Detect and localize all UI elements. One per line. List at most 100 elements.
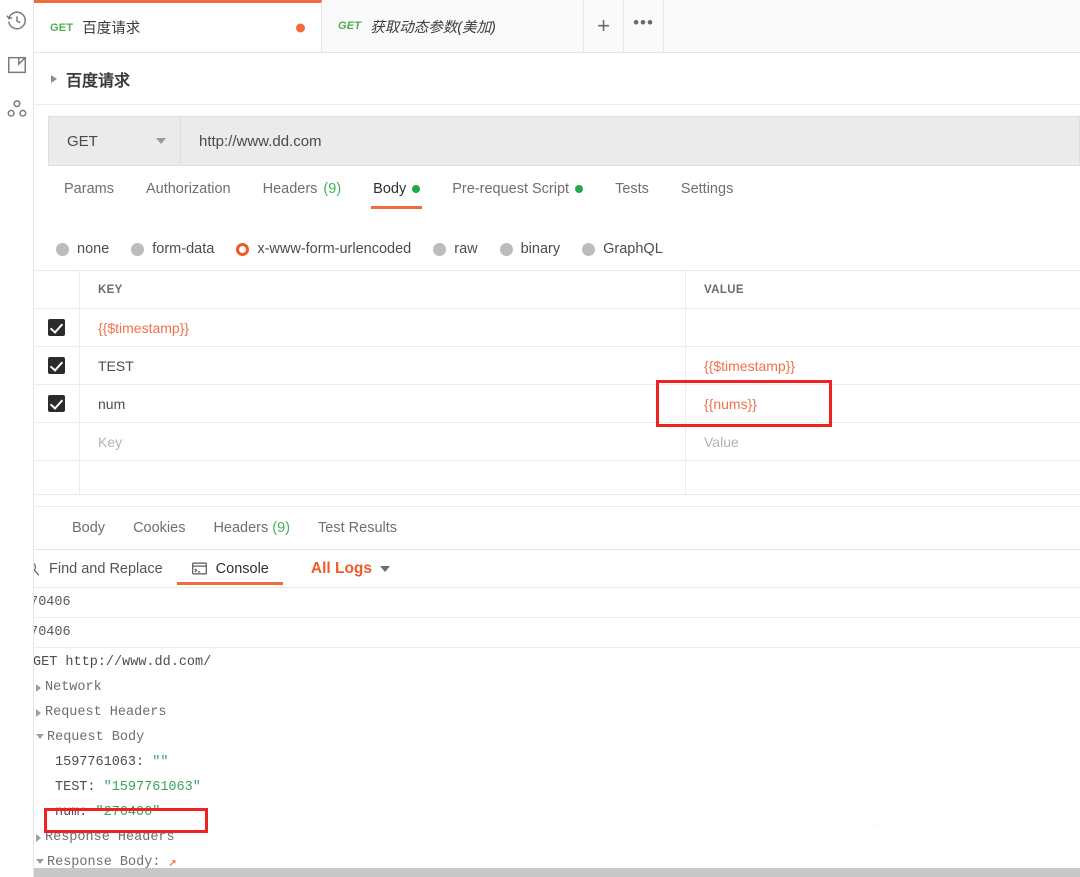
log-tree-node-request-body[interactable]: Request Body <box>0 725 1080 750</box>
header-checkbox-cell <box>34 271 80 308</box>
response-section-tabs: Body Cookies Headers (9) Test Results <box>34 506 1080 550</box>
chevron-down-icon <box>156 138 166 144</box>
postman-window: GET 百度请求 GET 获取动态参数(美加) + ••• 百度请求 GET h… <box>0 0 1080 877</box>
method-select[interactable]: GET <box>49 117 181 165</box>
console-button[interactable]: Console <box>176 550 284 587</box>
log-entry-key: 1597761063: <box>55 755 153 770</box>
triangle-open-icon[interactable] <box>36 859 44 868</box>
response-tab-test-results[interactable]: Test Results <box>304 520 411 536</box>
console-toolbar: Find and Replace Console All Logs <box>0 550 1080 588</box>
table-row-placeholder[interactable]: Key Value <box>34 423 1080 461</box>
response-tab-headers[interactable]: Headers (9) <box>199 520 304 536</box>
external-link-icon[interactable]: ↗ <box>169 854 177 869</box>
checkbox-checked-icon[interactable] <box>48 319 65 336</box>
chevron-down-icon <box>380 565 391 572</box>
tab-params[interactable]: Params <box>48 178 130 209</box>
log-entry-key: num: <box>55 805 96 820</box>
breadcrumb[interactable]: 百度请求 <box>34 53 1080 105</box>
log-tree-node-request-headers-label: Request Headers <box>45 705 167 720</box>
checkbox-checked-icon[interactable] <box>48 357 65 374</box>
request-tab-strip: GET 百度请求 GET 获取动态参数(美加) + ••• <box>34 0 1080 53</box>
row-value-value: {{$timestamp}} <box>704 357 796 374</box>
body-type-urlencoded[interactable]: x-www-form-urlencoded <box>236 241 411 257</box>
find-and-replace-button[interactable]: Find and Replace <box>10 550 177 587</box>
response-tab-body[interactable]: Body <box>58 520 119 536</box>
row-key-cell[interactable]: num <box>80 385 686 422</box>
unsaved-dot-icon <box>296 23 305 32</box>
body-type-graphql[interactable]: GraphQL <box>582 241 663 257</box>
tab-headers[interactable]: Headers (9) <box>247 178 358 209</box>
radio-icon <box>582 242 596 256</box>
radio-icon <box>56 242 69 256</box>
log-tree-node-response-headers[interactable]: Response Headers <box>0 825 1080 850</box>
triangle-open-icon[interactable] <box>36 734 44 743</box>
row-value-cell[interactable]: {{$timestamp}} <box>686 347 1080 384</box>
log-tree-node-request[interactable]: GET http://www.dd.com/ <box>0 650 1080 675</box>
tab-tests[interactable]: Tests <box>599 178 665 209</box>
row-checkbox-cell[interactable] <box>34 385 80 422</box>
tab-headers-count: (9) <box>323 181 342 197</box>
log-tree-entry-timestamp: 1597761063: "" <box>0 750 1080 775</box>
tab-pre-request-script[interactable]: Pre-request Script <box>436 178 599 209</box>
row-key-cell[interactable]: TEST <box>80 347 686 384</box>
chevron-right-icon[interactable] <box>51 74 57 83</box>
url-input[interactable]: http://www.dd.com <box>181 117 1079 165</box>
table-row-filler <box>34 461 1080 495</box>
tab-authorization[interactable]: Authorization <box>130 178 247 209</box>
log-tree-node-response-body[interactable]: Response Body: ↗ <box>0 850 1080 869</box>
console-log-area[interactable]: 270406 270406 GET http://www.dd.com/ Net… <box>0 588 1080 869</box>
log-line[interactable]: 270406 <box>0 588 1080 618</box>
radio-icon <box>499 242 513 256</box>
horizontal-scrollbar[interactable] <box>0 868 1080 877</box>
triangle-closed-icon[interactable] <box>36 833 41 842</box>
row-checkbox-cell[interactable] <box>34 347 80 384</box>
radio-selected-icon <box>236 242 250 256</box>
body-type-none[interactable]: none <box>56 241 109 257</box>
triangle-closed-icon[interactable] <box>36 708 41 717</box>
row-key-cell[interactable]: Key <box>80 423 686 460</box>
table-row[interactable]: {{$timestamp}} <box>34 309 1080 347</box>
console-label: Console <box>215 560 269 577</box>
history-icon[interactable] <box>5 10 28 32</box>
row-key-cell[interactable]: {{$timestamp}} <box>80 309 686 346</box>
table-row[interactable]: num {{nums}} <box>34 385 1080 423</box>
log-tree-node-network[interactable]: Network <box>0 675 1080 700</box>
new-tab-button[interactable]: + <box>584 0 624 52</box>
table-header-row: KEY VALUE <box>34 271 1080 309</box>
filler-value-cell <box>686 461 1080 494</box>
header-value-cell: VALUE <box>686 271 1080 308</box>
body-type-form-data[interactable]: form-data <box>131 241 214 257</box>
row-value-cell[interactable]: {{nums}} <box>686 385 1080 422</box>
row-key-placeholder: Key <box>98 433 123 450</box>
tab-strip-filler <box>664 0 1080 52</box>
collections-icon[interactable] <box>6 54 28 76</box>
tab-pre-request-status-dot-icon <box>575 185 584 193</box>
checkbox-checked-icon[interactable] <box>48 395 65 412</box>
log-tree-node-request-headers[interactable]: Request Headers <box>0 700 1080 725</box>
row-checkbox-cell[interactable] <box>34 309 80 346</box>
body-type-binary[interactable]: binary <box>499 241 560 257</box>
response-tab-cookies[interactable]: Cookies <box>119 520 199 536</box>
row-value-cell[interactable]: Value <box>686 423 1080 460</box>
request-tab-1[interactable]: GET 百度请求 <box>34 0 322 52</box>
tab-body[interactable]: Body <box>357 178 436 209</box>
triangle-closed-icon[interactable] <box>36 683 41 692</box>
table-row[interactable]: TEST {{$timestamp}} <box>34 347 1080 385</box>
row-checkbox-cell[interactable] <box>34 423 80 460</box>
body-type-raw[interactable]: raw <box>433 241 478 257</box>
row-value-cell[interactable] <box>686 309 1080 346</box>
log-filter-dropdown[interactable]: All Logs <box>297 550 404 587</box>
request-tab-2[interactable]: GET 获取动态参数(美加) <box>322 0 584 52</box>
header-key-label: KEY <box>98 283 123 296</box>
row-value-value: {{nums}} <box>704 395 757 412</box>
tab-overflow-menu-icon[interactable]: ••• <box>624 0 664 52</box>
log-tree-node-response-headers-label: Response Headers <box>45 830 175 845</box>
log-line[interactable]: 270406 <box>0 618 1080 648</box>
header-key-cell: KEY <box>80 271 686 308</box>
log-tree-node-response-body-label: Response Body: <box>47 855 169 869</box>
left-rail <box>0 0 34 877</box>
apis-icon[interactable] <box>6 98 28 120</box>
body-key-value-table: KEY VALUE {{$timestamp}} TEST {{$timesta… <box>34 270 1080 495</box>
tab-settings[interactable]: Settings <box>665 178 749 209</box>
tab-tests-label: Tests <box>615 181 649 197</box>
